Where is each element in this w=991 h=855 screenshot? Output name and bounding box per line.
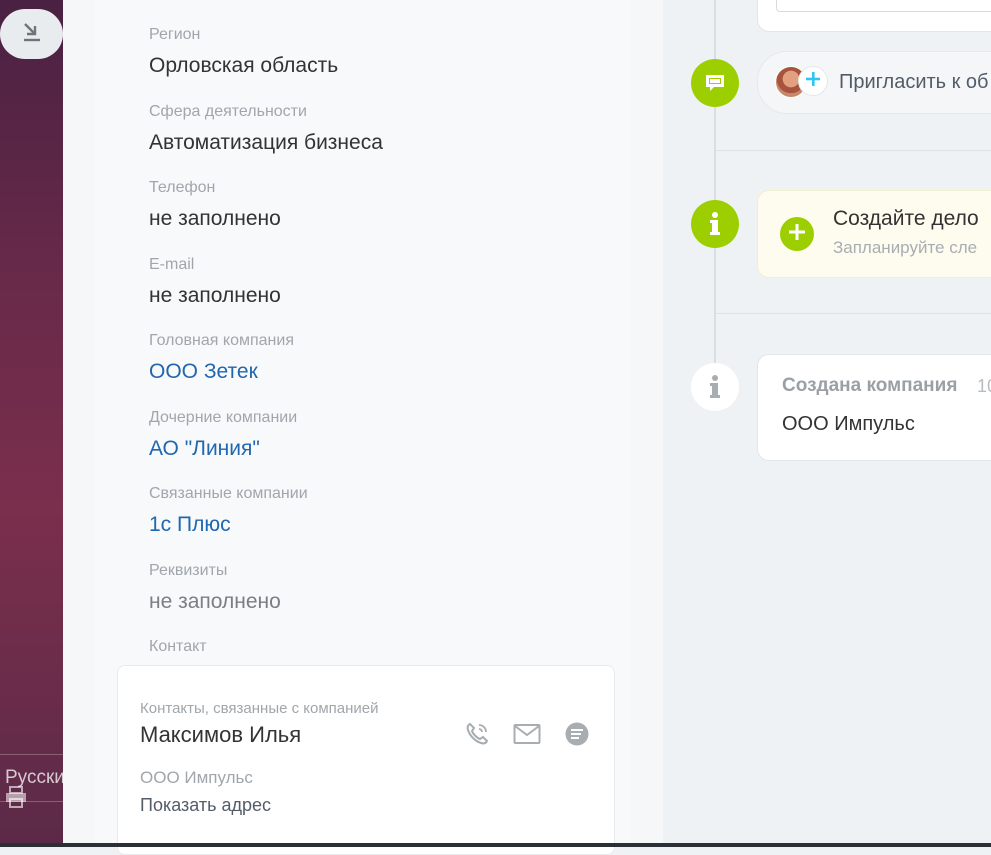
field-value: не заполнено [149,284,281,307]
comment-icon [691,59,739,107]
plus-icon [788,223,806,246]
field-label: Головная компания [149,332,294,349]
field-label: Сфера деятельности [149,103,307,120]
subsidiary-company-link[interactable]: АО "Линия" [149,436,297,462]
field-label: Реквизиты [149,562,228,579]
field-requisites: Реквизиты не заполнено [149,561,281,615]
field-label: Связанные компании [149,485,308,502]
field-industry: Сфера деятельности Автоматизация бизнеса [149,102,383,156]
info-icon [691,363,739,411]
show-address-link[interactable]: Показать адрес [140,795,271,816]
field-label: Контакт [149,638,207,655]
contact-card: Контакты, связанные с компанией Максимов… [117,665,615,855]
event-title: Создана компания [782,375,958,396]
field-value: Орловская область [149,54,339,77]
contact-card-label: Контакты, связанные с компанией [140,700,379,717]
company-created-event [757,354,991,461]
contact-company: ООО Импульс [140,768,253,787]
event-date: 10 [977,376,991,396]
invite-text[interactable]: Пригласить к об [839,71,989,94]
mail-icon[interactable] [512,720,542,748]
field-value: не заполнено [149,207,281,230]
comment-editor[interactable] [757,0,991,32]
field-related-companies: Связанные компании 1с Плюс [149,484,308,538]
field-parent-company: Головная компания ООО Зетек [149,331,294,385]
arrow-down-right-icon [21,21,43,48]
field-region: Регион Орловская область [149,25,338,79]
left-sidebar-background [0,0,63,847]
add-activity-button[interactable] [780,217,814,251]
event-company-name: ООО Импульс [782,413,915,435]
plus-icon [805,71,821,92]
field-label: Телефон [149,179,216,196]
create-activity-subtitle: Запланируйте сле [833,238,978,257]
field-value: не заполнено [149,590,281,613]
timeline-divider [716,150,991,151]
field-contact: Контакт [149,637,207,657]
phone-icon[interactable] [462,720,492,748]
parent-company-link[interactable]: ООО Зетек [149,359,294,385]
field-label: E-mail [149,256,195,273]
field-subsidiaries: Дочерние компании АО "Линия" [149,408,297,462]
contact-actions [462,720,592,748]
related-company-link[interactable]: 1с Плюс [149,512,308,538]
field-value: Автоматизация бизнеса [149,131,383,154]
create-activity-title[interactable]: Создайте дело [833,207,979,231]
field-label: Дочерние компании [149,409,298,426]
timeline-divider [716,313,991,314]
contact-name[interactable]: Максимов Илья [140,722,301,748]
print-icon[interactable] [5,786,27,813]
field-label: Регион [149,26,201,43]
field-phone: Телефон не заполнено [149,178,281,232]
info-icon [691,200,739,248]
field-email: E-mail не заполнено [149,255,281,309]
bottom-edge [0,843,991,847]
chat-icon[interactable] [562,720,592,748]
add-participant-button[interactable] [798,66,828,96]
collapse-button[interactable] [0,9,63,59]
